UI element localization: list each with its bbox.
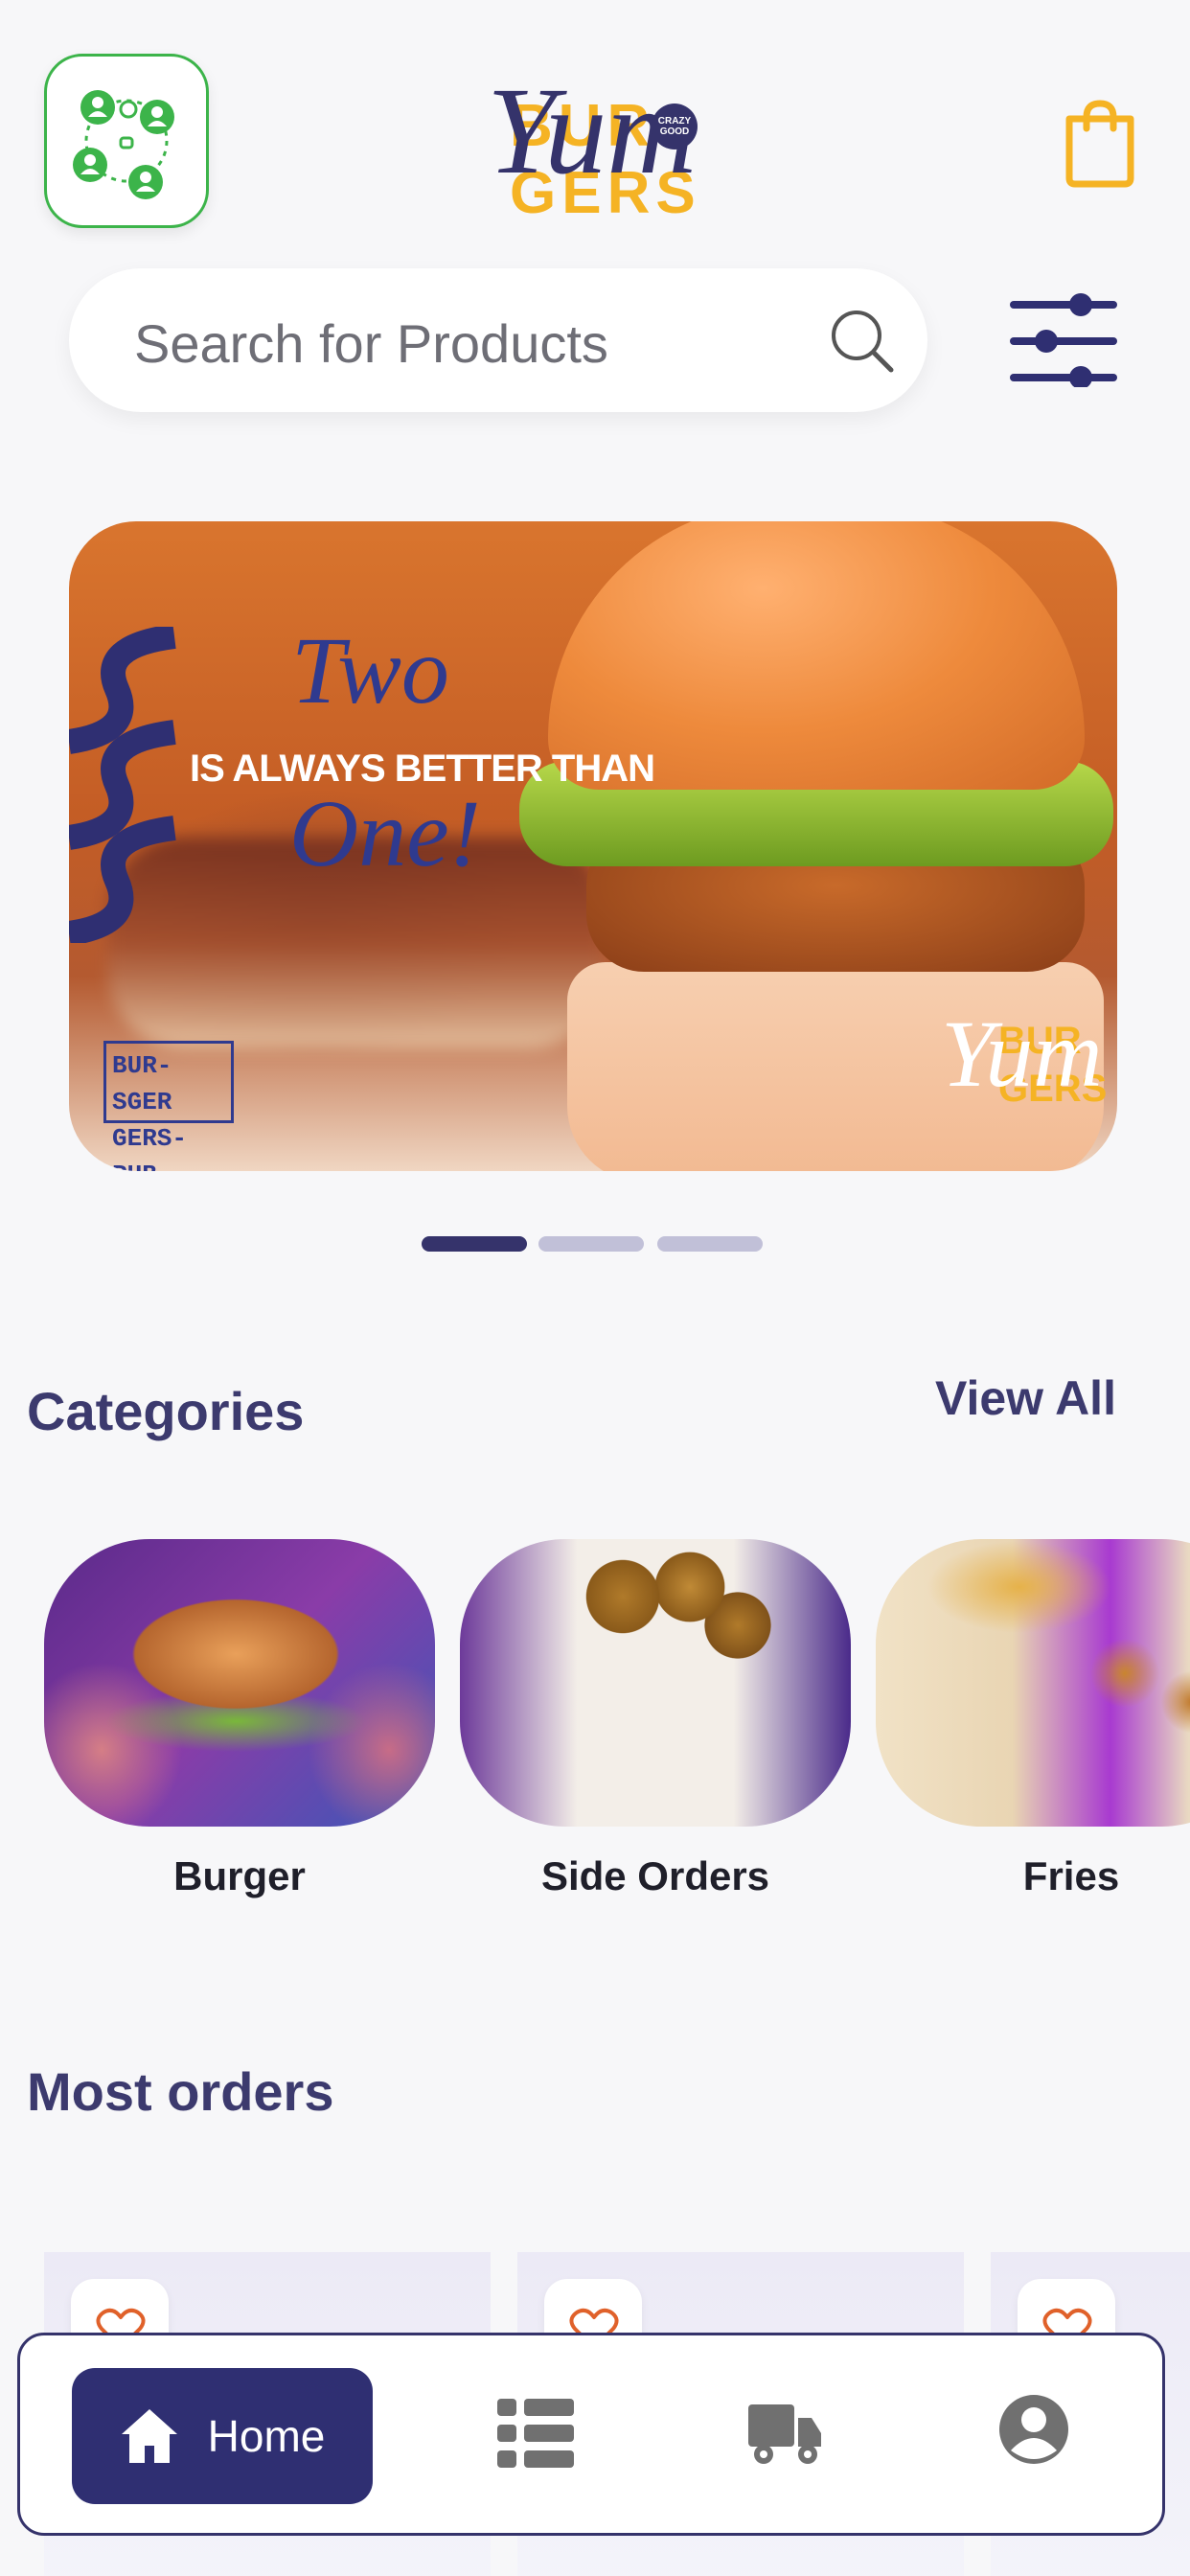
banner-logo: BUR GERS Yum — [941, 991, 1107, 1135]
category-label: Fries — [1022, 1853, 1120, 1898]
sliders-icon — [1010, 293, 1117, 389]
bottom-navigation: Home — [17, 2333, 1165, 2536]
shopping-bag-icon — [1065, 100, 1134, 188]
nav-delivery-button[interactable] — [746, 2393, 823, 2474]
home-screen: BUR GERS Yum CRAZY GOOD Search for Produ… — [0, 0, 1190, 2576]
list-icon — [497, 2399, 574, 2468]
category-card-side-orders[interactable]: Side Orders — [460, 1539, 851, 1899]
banner-logo-yum: Yum — [941, 1000, 1103, 1107]
category-image-side-orders — [460, 1539, 851, 1827]
account-icon — [999, 2395, 1068, 2464]
carousel-dot-2[interactable] — [538, 1236, 644, 1252]
banner-stamp-bottom: GERS-RUB — [112, 1124, 188, 1171]
nav-home-button[interactable]: Home — [72, 2368, 373, 2504]
banner-stamp: BUR-SGER GERS-RUB — [103, 1041, 234, 1171]
search-input[interactable]: Search for Products — [134, 312, 608, 375]
delivery-truck-icon — [748, 2404, 821, 2464]
promo-banner[interactable]: Two IS ALWAYS BETTER THAN One! BUR-SGER … — [69, 521, 1117, 1171]
banner-headline-one: One! — [289, 780, 481, 886]
search-icon[interactable] — [826, 305, 897, 376]
search-bar[interactable]: Search for Products — [69, 268, 927, 412]
group-share-icon — [73, 90, 174, 199]
category-label: Side Orders — [540, 1853, 770, 1898]
category-card-fries[interactable]: Fries — [876, 1539, 1190, 1899]
view-all-link[interactable]: View All — [935, 1370, 1116, 1426]
filter-button[interactable] — [1010, 293, 1117, 389]
home-icon — [121, 2409, 177, 2463]
category-card-burger[interactable]: Burger — [44, 1539, 435, 1899]
nav-profile-button[interactable] — [997, 2393, 1070, 2471]
carousel-dot-3[interactable] — [657, 1236, 763, 1252]
banner-stamp-top: BUR-SGER — [112, 1051, 172, 1116]
cart-button[interactable] — [1062, 96, 1138, 188]
categories-title: Categories — [27, 1381, 305, 1441]
category-image-fries — [876, 1539, 1190, 1827]
nav-home-label: Home — [207, 2411, 326, 2461]
banner-wave-decoration — [69, 627, 176, 943]
group-share-button[interactable] — [44, 54, 209, 228]
category-label: Burger — [173, 1853, 306, 1898]
carousel-dot-1[interactable] — [422, 1236, 527, 1252]
logo-badge: CRAZY GOOD — [652, 104, 698, 150]
nav-menu-button[interactable] — [495, 2393, 576, 2478]
category-image-burger — [44, 1539, 435, 1827]
brand-logo: BUR GERS Yum CRAZY GOOD — [479, 59, 709, 226]
banner-headline-two: Two — [291, 617, 449, 724]
most-orders-title: Most orders — [27, 2061, 334, 2122]
